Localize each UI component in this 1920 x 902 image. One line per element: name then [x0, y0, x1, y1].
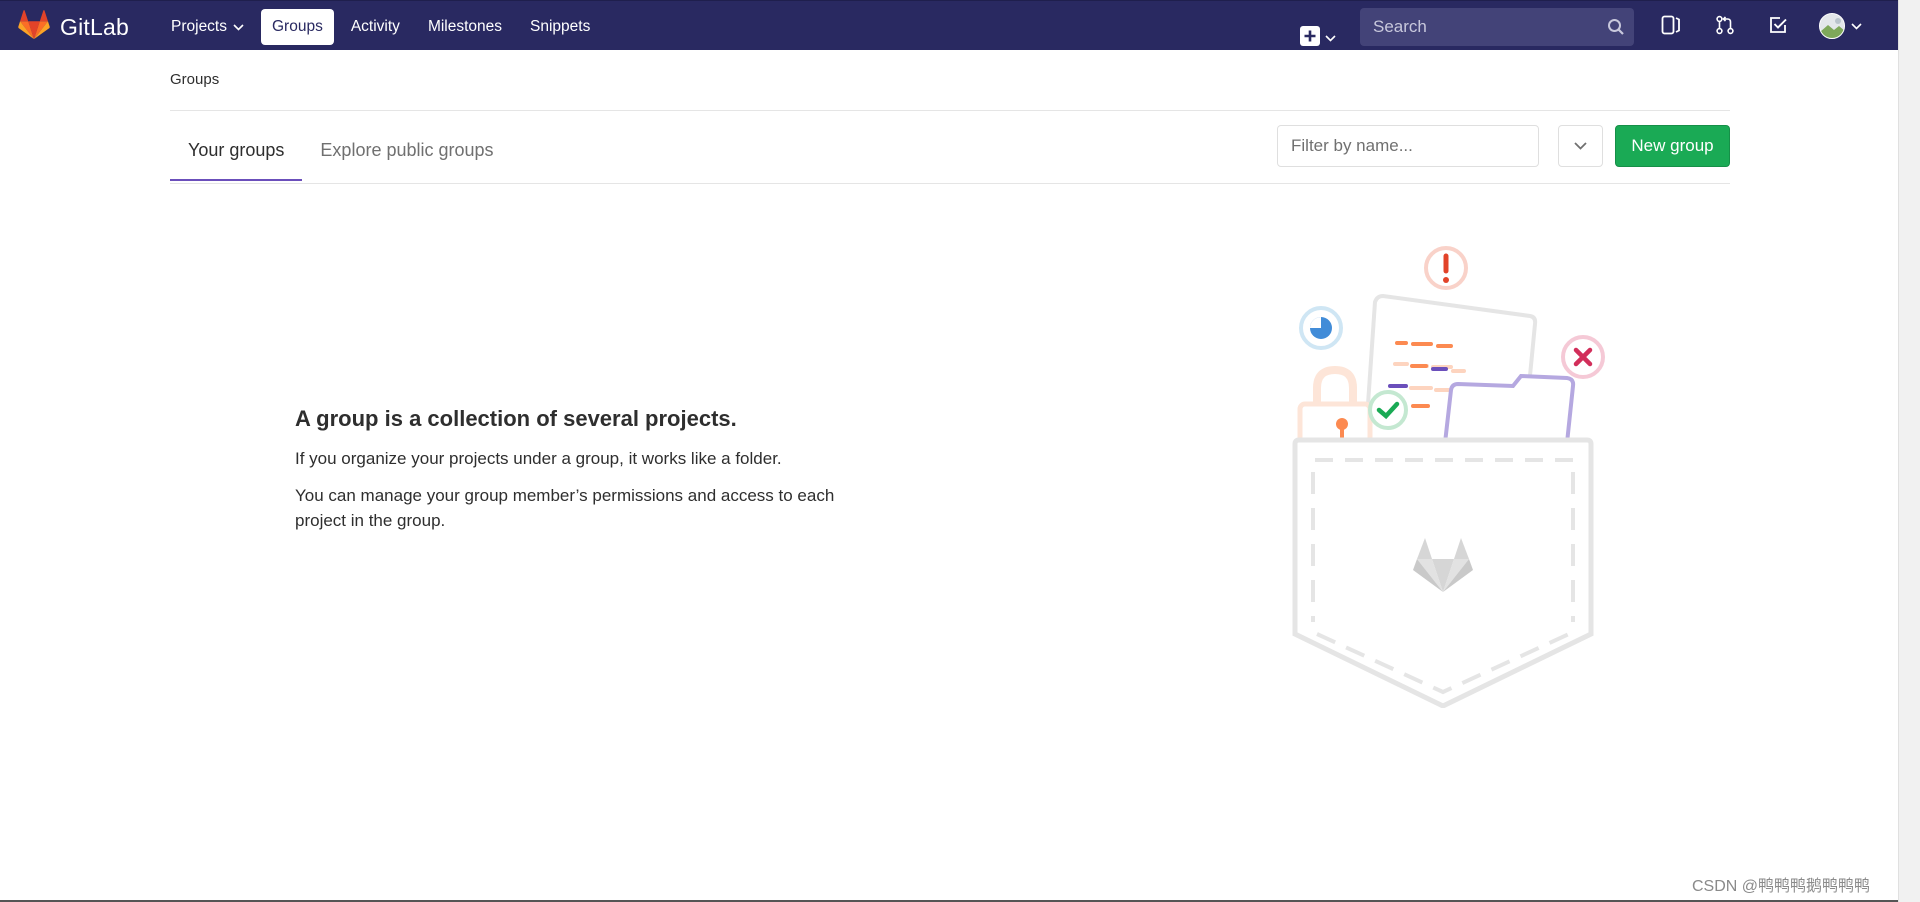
groups-empty-illustration: [1285, 238, 1635, 713]
chevron-down-icon: [233, 9, 244, 45]
chevron-down-icon: [1851, 17, 1862, 35]
pocket-icon: [1292, 437, 1594, 709]
sidebar-icon[interactable]: [1661, 15, 1681, 40]
empty-state-text: A group is a collection of several proje…: [295, 406, 875, 545]
nav-groups[interactable]: Groups: [261, 9, 334, 45]
chevron-down-icon: [1574, 137, 1587, 155]
nav-snippets[interactable]: Snippets: [519, 9, 601, 45]
divider: [170, 183, 1730, 184]
new-group-button[interactable]: New group: [1615, 125, 1730, 167]
breadcrumb[interactable]: Groups: [170, 71, 219, 88]
search-icon[interactable]: [1607, 18, 1625, 41]
close-icon: [1561, 335, 1605, 379]
plus-square-icon: [1300, 25, 1320, 51]
tab-explore-public-groups[interactable]: Explore public groups: [302, 125, 511, 181]
search-box: [1360, 8, 1634, 46]
sort-dropdown[interactable]: [1558, 125, 1603, 167]
page-scrollbar[interactable]: [1898, 0, 1920, 902]
check-icon: [1368, 390, 1408, 430]
main-nav: Projects Groups Activity Milestones Snip…: [160, 9, 607, 45]
todo-check-icon[interactable]: [1768, 15, 1788, 40]
lock-icon: [1297, 365, 1373, 449]
filter-by-name-input[interactable]: [1277, 125, 1539, 167]
user-menu-button[interactable]: [1819, 13, 1862, 39]
folder-icon: [1442, 373, 1576, 445]
chevron-down-icon: [1325, 29, 1336, 47]
empty-state-paragraph: You can manage your group member’s permi…: [295, 486, 835, 530]
pie-chart-icon: [1299, 306, 1343, 350]
nav-milestones[interactable]: Milestones: [417, 9, 513, 45]
empty-state-title: A group is a collection of several proje…: [295, 406, 737, 431]
gitlab-home-link[interactable]: GitLab: [18, 10, 129, 45]
search-input[interactable]: [1371, 16, 1595, 38]
new-dropdown-button[interactable]: [1300, 13, 1336, 63]
divider: [170, 110, 1730, 111]
nav-activity[interactable]: Activity: [340, 9, 411, 45]
groups-tabs: Your groups Explore public groups: [170, 125, 512, 181]
watermark: CSDN @鸭鸭鸭鹅鸭鸭鸭: [1692, 878, 1871, 895]
brand-name: GitLab: [60, 14, 129, 40]
tab-your-groups[interactable]: Your groups: [170, 125, 303, 181]
top-navbar: GitLab Projects Groups Activity Mileston…: [0, 0, 1898, 50]
empty-state-paragraph: If you organize your projects under a gr…: [295, 449, 782, 468]
avatar: [1819, 13, 1845, 39]
nav-projects[interactable]: Projects: [160, 9, 255, 45]
merge-request-icon[interactable]: [1715, 15, 1735, 40]
nav-projects-label: Projects: [171, 18, 227, 35]
gitlab-logo-icon: [18, 10, 50, 45]
alert-icon: [1424, 246, 1468, 290]
